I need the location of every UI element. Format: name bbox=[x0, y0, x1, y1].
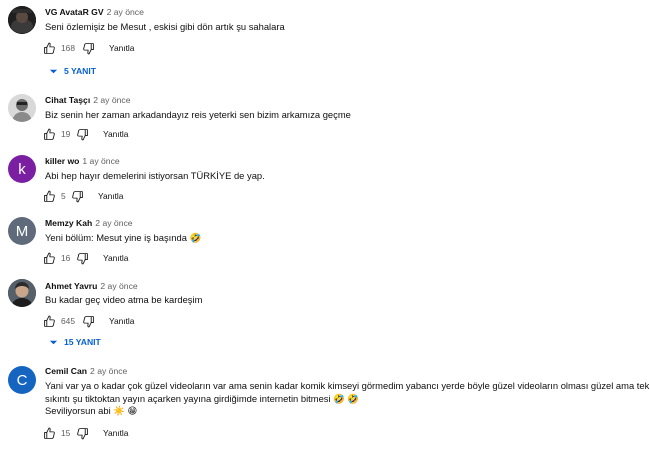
like-count: 168 bbox=[61, 43, 75, 53]
thumb-up-icon[interactable] bbox=[43, 42, 56, 55]
comment-header: Cihat Taşçı 2 ay önce bbox=[45, 95, 131, 105]
thumb-down-icon[interactable] bbox=[82, 315, 95, 328]
reply-button[interactable]: Yanıtla bbox=[103, 129, 128, 139]
comment-text-line: sıkıntı şu tiktoktan yayın açarken yayın… bbox=[45, 392, 360, 404]
comment-text: Abi hep hayır demelerini istiyorsan TÜRK… bbox=[45, 170, 265, 183]
comment-text-line: Bu kadar geç video atma be kardeşim bbox=[45, 294, 203, 305]
avatar-letter: k bbox=[18, 160, 26, 178]
thumb-up-icon[interactable] bbox=[43, 252, 56, 265]
comment-text-line: Yani var ya o kadar çok güzel videoların… bbox=[45, 380, 650, 391]
avatar[interactable] bbox=[8, 6, 36, 34]
comment-thread: Cihat Taşçı 2 ay önce Biz senin her zaman… bbox=[0, 88, 650, 148]
comment-time[interactable]: 2 ay önce bbox=[95, 218, 132, 228]
avatar-photo-icon bbox=[8, 94, 36, 122]
comment-header: VG AvataR GV 2 ay önce bbox=[45, 7, 144, 17]
like-count: 15 bbox=[61, 428, 71, 438]
thumb-down-icon[interactable] bbox=[76, 427, 89, 440]
comment-author[interactable]: Ahmet Yavru bbox=[45, 281, 97, 291]
thumb-up-icon[interactable] bbox=[43, 128, 56, 141]
like-count: 16 bbox=[61, 253, 71, 263]
like-count: 19 bbox=[61, 129, 71, 139]
replies-count: 15 YANIT bbox=[64, 337, 101, 347]
comment-text: Seni özlemişiz be Mesut , eskisi gibi dö… bbox=[45, 21, 285, 34]
reply-button[interactable]: Yanıtla bbox=[103, 253, 128, 263]
view-replies-button[interactable]: 5 YANIT bbox=[49, 66, 96, 76]
comment-text: Yani var ya o kadar çok güzel videoların… bbox=[45, 380, 649, 418]
thumb-down-icon[interactable] bbox=[82, 42, 95, 55]
reply-button[interactable]: Yanıtla bbox=[103, 428, 128, 438]
comment-author[interactable]: Cihat Taşçı bbox=[45, 95, 90, 105]
comment-time[interactable]: 2 ay önce bbox=[100, 281, 137, 291]
comment-thread: k killer wo 1 ay önce Abi hep hayır demel… bbox=[0, 150, 650, 210]
comment-thread: M Memzy Kah 2 ay önce Yeni bölüm: Mesut y… bbox=[0, 212, 650, 272]
comment-actions: 16 Yanıtla bbox=[43, 251, 128, 265]
avatar[interactable] bbox=[8, 279, 36, 307]
comment-header: Cemil Can 2 ay önce bbox=[45, 366, 127, 376]
comment-header: Memzy Kah 2 ay önce bbox=[45, 218, 133, 228]
caret-down-icon bbox=[49, 67, 58, 76]
avatar[interactable]: k bbox=[8, 155, 36, 183]
replies-count: 5 YANIT bbox=[64, 66, 97, 76]
comment-actions: 168 Yanıtla bbox=[43, 41, 134, 55]
like-count: 5 bbox=[61, 191, 66, 201]
thumb-down-icon[interactable] bbox=[76, 252, 89, 265]
comment-thread: C Cemil Can 2 ay önce Yani var ya o kadar… bbox=[0, 360, 650, 449]
view-replies-button[interactable]: 15 YANIT bbox=[49, 337, 101, 347]
comment-header: killer wo 1 ay önce bbox=[45, 156, 120, 166]
avatar[interactable]: M bbox=[8, 217, 36, 245]
comment-author[interactable]: Memzy Kah bbox=[45, 218, 92, 228]
thumb-up-icon[interactable] bbox=[43, 427, 56, 440]
reply-button[interactable]: Yanıtla bbox=[98, 191, 123, 201]
comment-actions: 19 Yanıtla bbox=[43, 127, 128, 141]
avatar-letter: C bbox=[16, 371, 28, 389]
thumb-down-icon[interactable] bbox=[76, 128, 89, 141]
comment-text: Biz senin her zaman arkadandayız reis ye… bbox=[45, 109, 351, 122]
comment-header: Ahmet Yavru 2 ay önce bbox=[45, 281, 138, 291]
comment-thread: Ahmet Yavru 2 ay önce Bu kadar geç video … bbox=[0, 275, 650, 355]
avatar-photo-icon bbox=[8, 279, 36, 307]
comment-time[interactable]: 2 ay önce bbox=[107, 7, 144, 17]
comment-text-line: Yeni bölüm: Mesut yine iş başında 🤣 bbox=[45, 232, 202, 243]
comment-text-line: Abi hep hayır demelerini istiyorsan TÜRK… bbox=[45, 170, 265, 181]
comment-thread: VG AvataR GV 2 ay önce Seni özlemişiz be … bbox=[0, 0, 650, 84]
avatar[interactable] bbox=[8, 94, 36, 122]
comment-text: Yeni bölüm: Mesut yine iş başında 🤣 bbox=[45, 232, 201, 245]
comment-actions: 15 Yanıtla bbox=[43, 426, 128, 440]
avatar-letter: M bbox=[15, 222, 29, 240]
comment-time[interactable]: 2 ay önce bbox=[90, 366, 127, 376]
comment-author[interactable]: killer wo bbox=[45, 156, 79, 166]
like-count: 645 bbox=[61, 316, 75, 326]
avatar[interactable]: C bbox=[8, 366, 36, 394]
comment-author[interactable]: Cemil Can bbox=[45, 366, 87, 376]
comment-actions: 5 Yanıtla bbox=[43, 189, 123, 203]
thumb-down-icon[interactable] bbox=[71, 190, 84, 203]
thumb-up-icon[interactable] bbox=[43, 190, 56, 203]
comment-text: Bu kadar geç video atma be kardeşim bbox=[45, 294, 202, 307]
comment-time[interactable]: 2 ay önce bbox=[93, 95, 130, 105]
comment-author[interactable]: VG AvataR GV bbox=[45, 7, 104, 17]
avatar-photo-icon bbox=[8, 6, 36, 34]
comment-text-line: Seviliyorsun abi ☀️ 😁 bbox=[45, 405, 138, 417]
reply-button[interactable]: Yanıtla bbox=[109, 316, 134, 326]
reply-button[interactable]: Yanıtla bbox=[109, 43, 134, 53]
caret-down-icon bbox=[49, 338, 58, 347]
comment-text-line: Seni özlemişiz be Mesut , eskisi gibi dö… bbox=[45, 21, 285, 32]
comment-text-line: Biz senin her zaman arkadandayız reis ye… bbox=[45, 109, 351, 120]
comment-time[interactable]: 1 ay önce bbox=[82, 156, 119, 166]
thumb-up-icon[interactable] bbox=[43, 315, 56, 328]
comment-actions: 645 Yanıtla bbox=[43, 314, 134, 328]
